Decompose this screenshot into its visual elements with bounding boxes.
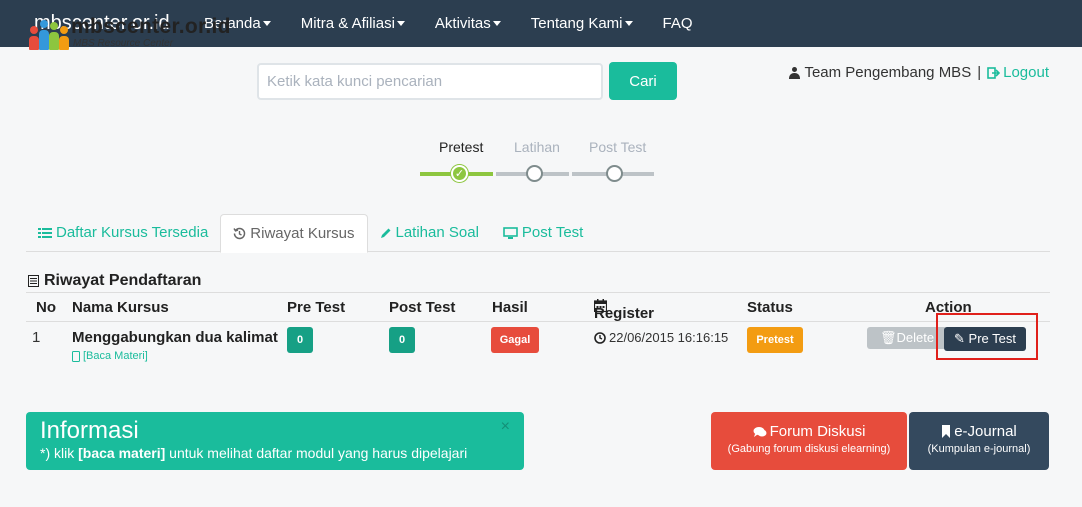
info-body-suffix: untuk melihat daftar modul yang harus di… — [165, 445, 468, 461]
tab-riwayat-label: Riwayat Kursus — [250, 224, 355, 242]
user-icon — [789, 66, 801, 79]
hasil-badge: Gagal — [491, 327, 539, 353]
user-name[interactable]: Team Pengembang MBS — [804, 64, 971, 81]
row-register: 22/06/2015 16:16:15 — [594, 330, 728, 345]
step-latihan-label: Latihan — [514, 139, 560, 155]
pencil-icon — [380, 228, 390, 238]
course-tabs: Daftar Kursus Tersedia Riwayat Kursus La… — [26, 214, 1050, 253]
section-title: Riwayat Pendaftaran — [28, 272, 201, 290]
info-body: *) klik [baca materi] untuk melihat daft… — [40, 444, 510, 462]
tab-daftar-kursus[interactable]: Daftar Kursus Tersedia — [26, 214, 220, 252]
tab-post-test[interactable]: Post Test — [491, 214, 595, 252]
search-button[interactable]: Cari — [609, 62, 677, 100]
forum-title: Forum Diskusi — [769, 423, 866, 440]
forum-diskusi-button[interactable]: Forum Diskusi (Gabung forum diskusi elea… — [711, 412, 907, 470]
tab-latihan-soal[interactable]: Latihan Soal — [368, 214, 491, 252]
col-register-label: Register — [594, 305, 655, 322]
close-icon[interactable]: × — [501, 418, 510, 436]
search-input[interactable] — [257, 63, 603, 100]
row-pretest: 0 — [287, 327, 313, 353]
tab-posttest-label: Post Test — [521, 224, 584, 241]
e-journal-button[interactable]: e-Journal (Kumpulan e-journal) — [909, 412, 1049, 470]
document-list-icon — [28, 275, 39, 287]
logo-sub-text: MBS Resource Center — [73, 38, 174, 49]
tab-daftar-label: Daftar Kursus Tersedia — [56, 224, 209, 241]
check-icon: ✓ — [451, 165, 468, 182]
section-title-text: Riwayat Pendaftaran — [44, 272, 202, 289]
row-no: 1 — [32, 329, 41, 346]
caret-down-icon — [624, 21, 633, 26]
tab-latihan-label: Latihan Soal — [395, 224, 479, 241]
info-title: Informasi — [40, 417, 139, 444]
caret-down-icon — [492, 21, 501, 26]
info-body-prefix: *) klik — [40, 445, 79, 461]
row-delete: 🗑Delete — [867, 327, 947, 349]
col-no: No — [36, 299, 56, 316]
nav-aktivitas-label: Aktivitas — [434, 15, 491, 32]
history-icon — [233, 227, 246, 240]
nav-mitra-label: Mitra & Afiliasi — [300, 15, 395, 32]
tab-riwayat-kursus[interactable]: Riwayat Kursus — [220, 214, 368, 253]
user-box: Team Pengembang MBS | Logout — [789, 64, 1049, 81]
col-pre-test: Pre Test — [287, 299, 346, 316]
posttest-score-badge: 0 — [389, 327, 415, 353]
user-separator: | — [977, 64, 982, 81]
nav-tentang-label: Tentang Kami — [530, 15, 623, 32]
row-course: Menggabungkan dua kalimat [Baca Materi] — [72, 329, 278, 362]
comments-icon — [753, 426, 767, 437]
delete-label: Delete — [896, 330, 935, 345]
step-posttest-label: Post Test — [589, 139, 647, 155]
journal-subtitle: (Kumpulan e-journal) — [927, 443, 1031, 455]
logout-icon — [987, 66, 1001, 79]
forum-subtitle: (Gabung forum diskusi elearning) — [727, 443, 891, 455]
col-hasil: Hasil — [492, 299, 528, 316]
course-progress: Pretest Latihan Post Test ✓ — [418, 136, 658, 186]
col-nama-kursus: Nama Kursus — [72, 299, 169, 316]
trash-icon: 🗑 — [879, 330, 897, 345]
row-posttest: 0 — [389, 327, 415, 353]
table-header: No Nama Kursus Pre Test Post Test Hasil … — [26, 292, 1050, 322]
delete-button[interactable]: 🗑Delete — [867, 327, 947, 349]
caret-down-icon — [262, 21, 271, 26]
step-latihan-knob — [526, 165, 543, 182]
step-pretest-label: Pretest — [439, 139, 484, 155]
nav-mitra[interactable]: Mitra & Afiliasi — [301, 15, 405, 32]
nav-faq-label: FAQ — [662, 15, 693, 32]
bookmark-icon — [942, 425, 951, 438]
site-logo[interactable]: mbscenter.or.id MBS Resource Center — [27, 16, 231, 50]
info-body-bold: [baca materi] — [78, 445, 166, 461]
status-badge: Pretest — [747, 327, 803, 353]
baca-materi-link[interactable]: [Baca Materi] — [72, 350, 278, 362]
row-status: Pretest — [747, 327, 803, 353]
clock-icon — [594, 331, 606, 344]
info-alert: Informasi *) klik [baca materi] untuk me… — [26, 412, 524, 470]
nav-aktivitas[interactable]: Aktivitas — [435, 15, 501, 32]
logo-people-icon — [27, 16, 71, 50]
nav-faq[interactable]: FAQ — [663, 15, 693, 32]
journal-title: e-Journal — [954, 423, 1017, 440]
step-posttest-knob — [606, 165, 623, 182]
pretest-score-badge: 0 — [287, 327, 313, 353]
course-name: Menggabungkan dua kalimat — [72, 329, 278, 346]
col-status: Status — [747, 299, 793, 316]
logo-main-text: mbscenter.or.id — [71, 15, 231, 38]
highlight-box — [936, 313, 1038, 360]
col-register: Register — [594, 299, 654, 322]
col-post-test: Post Test — [389, 299, 456, 316]
list-icon — [38, 228, 52, 238]
row-hasil: Gagal — [491, 327, 539, 353]
table-row: 1 Menggabungkan dua kalimat [Baca Materi… — [26, 322, 1050, 372]
logout-link[interactable]: Logout — [1003, 64, 1049, 81]
baca-materi-label: [Baca Materi] — [83, 350, 148, 362]
register-date: 22/06/2015 16:16:15 — [609, 330, 729, 345]
mobile-icon — [72, 350, 80, 362]
caret-down-icon — [396, 21, 405, 26]
monitor-icon — [503, 226, 518, 239]
nav-tentang[interactable]: Tentang Kami — [531, 15, 633, 32]
